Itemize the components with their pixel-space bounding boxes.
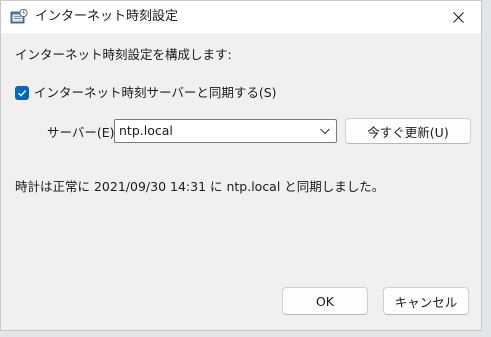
sync-checkbox-row[interactable]: インターネット時刻サーバーと同期する(S)	[15, 85, 277, 101]
chevron-down-icon[interactable]	[319, 126, 331, 136]
ok-button[interactable]: OK	[282, 287, 368, 315]
server-combobox[interactable]: ntp.local	[114, 119, 337, 143]
update-now-button[interactable]: 今すぐ更新(U)	[345, 118, 471, 144]
sync-checkbox-label[interactable]: インターネット時刻サーバーと同期する(S)	[34, 85, 277, 101]
title-bar[interactable]: インターネット時刻設定	[1, 1, 481, 33]
sync-status-text: 時計は正常に 2021/09/30 14:31 に ntp.local と同期し…	[15, 179, 385, 194]
close-icon	[452, 11, 464, 23]
background-strip-right	[482, 0, 491, 337]
dialog-body: インターネット時刻設定を構成します: インターネット時刻サーバーと同期する(S)…	[1, 33, 481, 330]
cancel-button[interactable]: キャンセル	[383, 287, 469, 315]
window-title: インターネット時刻設定	[35, 9, 179, 24]
close-button[interactable]	[435, 1, 481, 33]
server-value[interactable]: ntp.local	[119, 123, 173, 139]
internet-time-dialog: インターネット時刻設定 インターネット時刻設定を構成します: インターネット時刻…	[0, 0, 482, 331]
server-label: サーバー(E):	[47, 125, 119, 140]
checkmark-icon	[18, 90, 27, 97]
sync-checkbox[interactable]	[15, 86, 29, 100]
instruction-text: インターネット時刻設定を構成します:	[15, 47, 232, 62]
clock-settings-icon	[10, 9, 28, 24]
background-strip-bottom	[0, 331, 491, 337]
